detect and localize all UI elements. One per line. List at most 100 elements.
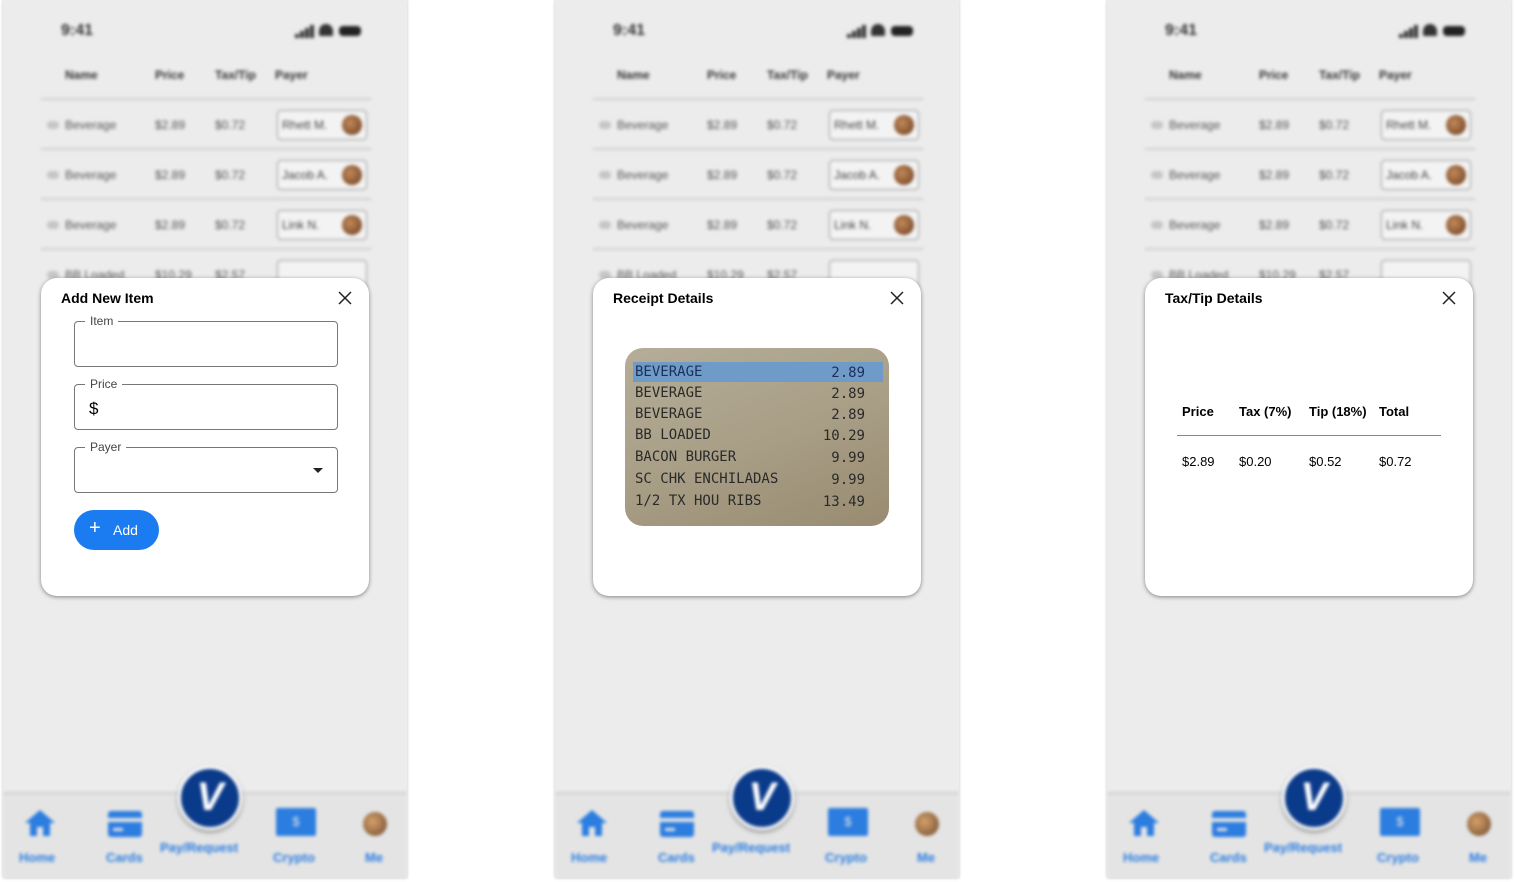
phone-tax-tip-details: 9:41 Name Price Tax/Tip Payer Beverage $… xyxy=(1107,0,1511,878)
plus-icon: + xyxy=(89,517,101,539)
chevron-down-icon xyxy=(313,468,323,473)
table-row[interactable]: Beverage $2.89 $0.72 Jacob A. xyxy=(1145,152,1475,196)
item-field[interactable]: Item xyxy=(74,314,338,367)
tab-pay-request[interactable]: Pay/Request xyxy=(160,840,238,855)
col-tip-header: Tip (18%) xyxy=(1309,404,1367,419)
avatar xyxy=(363,812,387,836)
row-name: Beverage xyxy=(1169,118,1221,132)
tab-pay-request[interactable]: Pay/Request xyxy=(1264,840,1342,855)
payer-select[interactable]: Link N. xyxy=(277,210,367,240)
tab-me[interactable]: Me xyxy=(1469,850,1487,865)
tip-value: $0.52 xyxy=(1309,454,1342,469)
row-name: Beverage xyxy=(65,168,117,182)
header-name: Name xyxy=(1169,68,1202,82)
payer-name: Link N. xyxy=(1386,218,1424,232)
currency-prefix: $ xyxy=(89,399,99,418)
payer-name: Rhett M. xyxy=(834,118,880,132)
crypto-icon: $ xyxy=(1380,808,1420,836)
table-row[interactable]: Beverage $2.89 $0.72 Link N. xyxy=(1145,202,1475,246)
row-price: $2.89 xyxy=(707,168,738,182)
table-row[interactable]: Beverage $2.89 $0.72 Rhett M. xyxy=(593,102,923,146)
header-payer: Payer xyxy=(1379,68,1412,82)
item-label: Item xyxy=(85,314,119,328)
tab-me[interactable]: Me xyxy=(917,850,935,865)
card-icon xyxy=(108,811,142,837)
row-taxtip: $0.72 xyxy=(215,168,246,182)
payer-dropdown[interactable]: Payer xyxy=(74,440,338,493)
row-taxtip: $0.72 xyxy=(215,118,246,132)
avatar xyxy=(894,215,914,235)
table-row[interactable]: Beverage $2.89 $0.72 Link N. xyxy=(593,202,923,246)
home-icon xyxy=(577,810,607,836)
row-price: $2.89 xyxy=(155,118,186,132)
tab-cards[interactable]: Cards xyxy=(658,850,695,865)
status-time: 9:41 xyxy=(613,22,646,39)
tab-crypto[interactable]: Crypto xyxy=(1377,850,1419,865)
price-value: $2.89 xyxy=(1182,454,1215,469)
phone-receipt-details: 9:41 Name Price Tax/Tip Payer Beverage $… xyxy=(555,0,959,878)
header-payer: Payer xyxy=(275,68,308,82)
tab-crypto[interactable]: Crypto xyxy=(273,850,315,865)
venmo-logo-button[interactable]: V xyxy=(730,766,794,830)
col-price-header: Price xyxy=(1182,404,1214,419)
payer-select[interactable]: Rhett M. xyxy=(829,110,919,140)
row-name: Beverage xyxy=(617,168,669,182)
row-name: Beverage xyxy=(1169,218,1221,232)
header-taxtip: Tax/Tip xyxy=(1319,68,1360,82)
payer-select[interactable]: Jacob A. xyxy=(829,160,919,190)
tab-crypto[interactable]: Crypto xyxy=(825,850,867,865)
close-icon[interactable] xyxy=(1441,290,1457,306)
header-taxtip: Tax/Tip xyxy=(767,68,808,82)
item-input[interactable] xyxy=(87,332,321,358)
receipt-line: BEVERAGE 2.89 xyxy=(635,385,865,402)
row-price: $2.89 xyxy=(1259,168,1290,182)
status-icons xyxy=(295,24,365,38)
close-icon[interactable] xyxy=(337,290,353,306)
avatar xyxy=(1446,115,1466,135)
row-price: $2.89 xyxy=(1259,118,1290,132)
tab-pay-request[interactable]: Pay/Request xyxy=(712,840,790,855)
avatar xyxy=(894,115,914,135)
close-icon[interactable] xyxy=(889,290,905,306)
modal-title: Tax/Tip Details xyxy=(1165,290,1263,306)
tab-home[interactable]: Home xyxy=(19,850,55,865)
row-name: Beverage xyxy=(617,218,669,232)
add-button[interactable]: + Add xyxy=(74,510,159,550)
tab-home[interactable]: Home xyxy=(1123,850,1159,865)
table-row[interactable]: Beverage $2.89 $0.72 Link N. xyxy=(41,202,371,246)
add-button-label: Add xyxy=(113,522,138,538)
tab-me[interactable]: Me xyxy=(365,850,383,865)
payer-name: Jacob A. xyxy=(834,168,881,182)
row-price: $2.89 xyxy=(155,168,186,182)
tab-cards[interactable]: Cards xyxy=(106,850,143,865)
venmo-logo-button[interactable]: V xyxy=(178,766,242,830)
receipt-line: SC CHK ENCHILADAS 9.99 xyxy=(635,471,865,488)
wifi-icon xyxy=(871,24,885,36)
price-label: Price xyxy=(85,377,123,391)
status-icons xyxy=(847,24,917,38)
venmo-logo-button[interactable]: V xyxy=(1282,766,1346,830)
header-payer: Payer xyxy=(827,68,860,82)
payer-select[interactable]: Jacob A. xyxy=(277,160,367,190)
header-taxtip: Tax/Tip xyxy=(215,68,256,82)
home-icon xyxy=(25,810,55,836)
battery-icon xyxy=(339,26,361,36)
payer-select[interactable]: Jacob A. xyxy=(1381,160,1471,190)
receipt-line: BEVERAGE 2.89 xyxy=(635,406,865,423)
receipt-details-modal: Receipt Details BEVERAGE 2.89 BEVERAGE 2.8… xyxy=(593,278,921,596)
tab-home[interactable]: Home xyxy=(571,850,607,865)
payer-select[interactable]: Link N. xyxy=(1381,210,1471,240)
payer-select[interactable]: Link N. xyxy=(829,210,919,240)
payer-select[interactable]: Rhett M. xyxy=(1381,110,1471,140)
price-field[interactable]: Price $ xyxy=(74,377,338,430)
receipt-line: 1/2 TX HOU RIBS 13.49 xyxy=(635,493,865,510)
table-row[interactable]: Beverage $2.89 $0.72 Jacob A. xyxy=(41,152,371,196)
table-row[interactable]: Beverage $2.89 $0.72 Jacob A. xyxy=(593,152,923,196)
table-row[interactable]: Beverage $2.89 $0.72 Rhett M. xyxy=(41,102,371,146)
payer-select[interactable]: Rhett M. xyxy=(277,110,367,140)
tab-cards[interactable]: Cards xyxy=(1210,850,1247,865)
tax-tip-details-modal: Tax/Tip Details Price Tax (7%) Tip (18%)… xyxy=(1145,278,1473,596)
card-icon xyxy=(1212,811,1246,837)
payer-name: Jacob A. xyxy=(282,168,329,182)
table-row[interactable]: Beverage $2.89 $0.72 Rhett M. xyxy=(1145,102,1475,146)
